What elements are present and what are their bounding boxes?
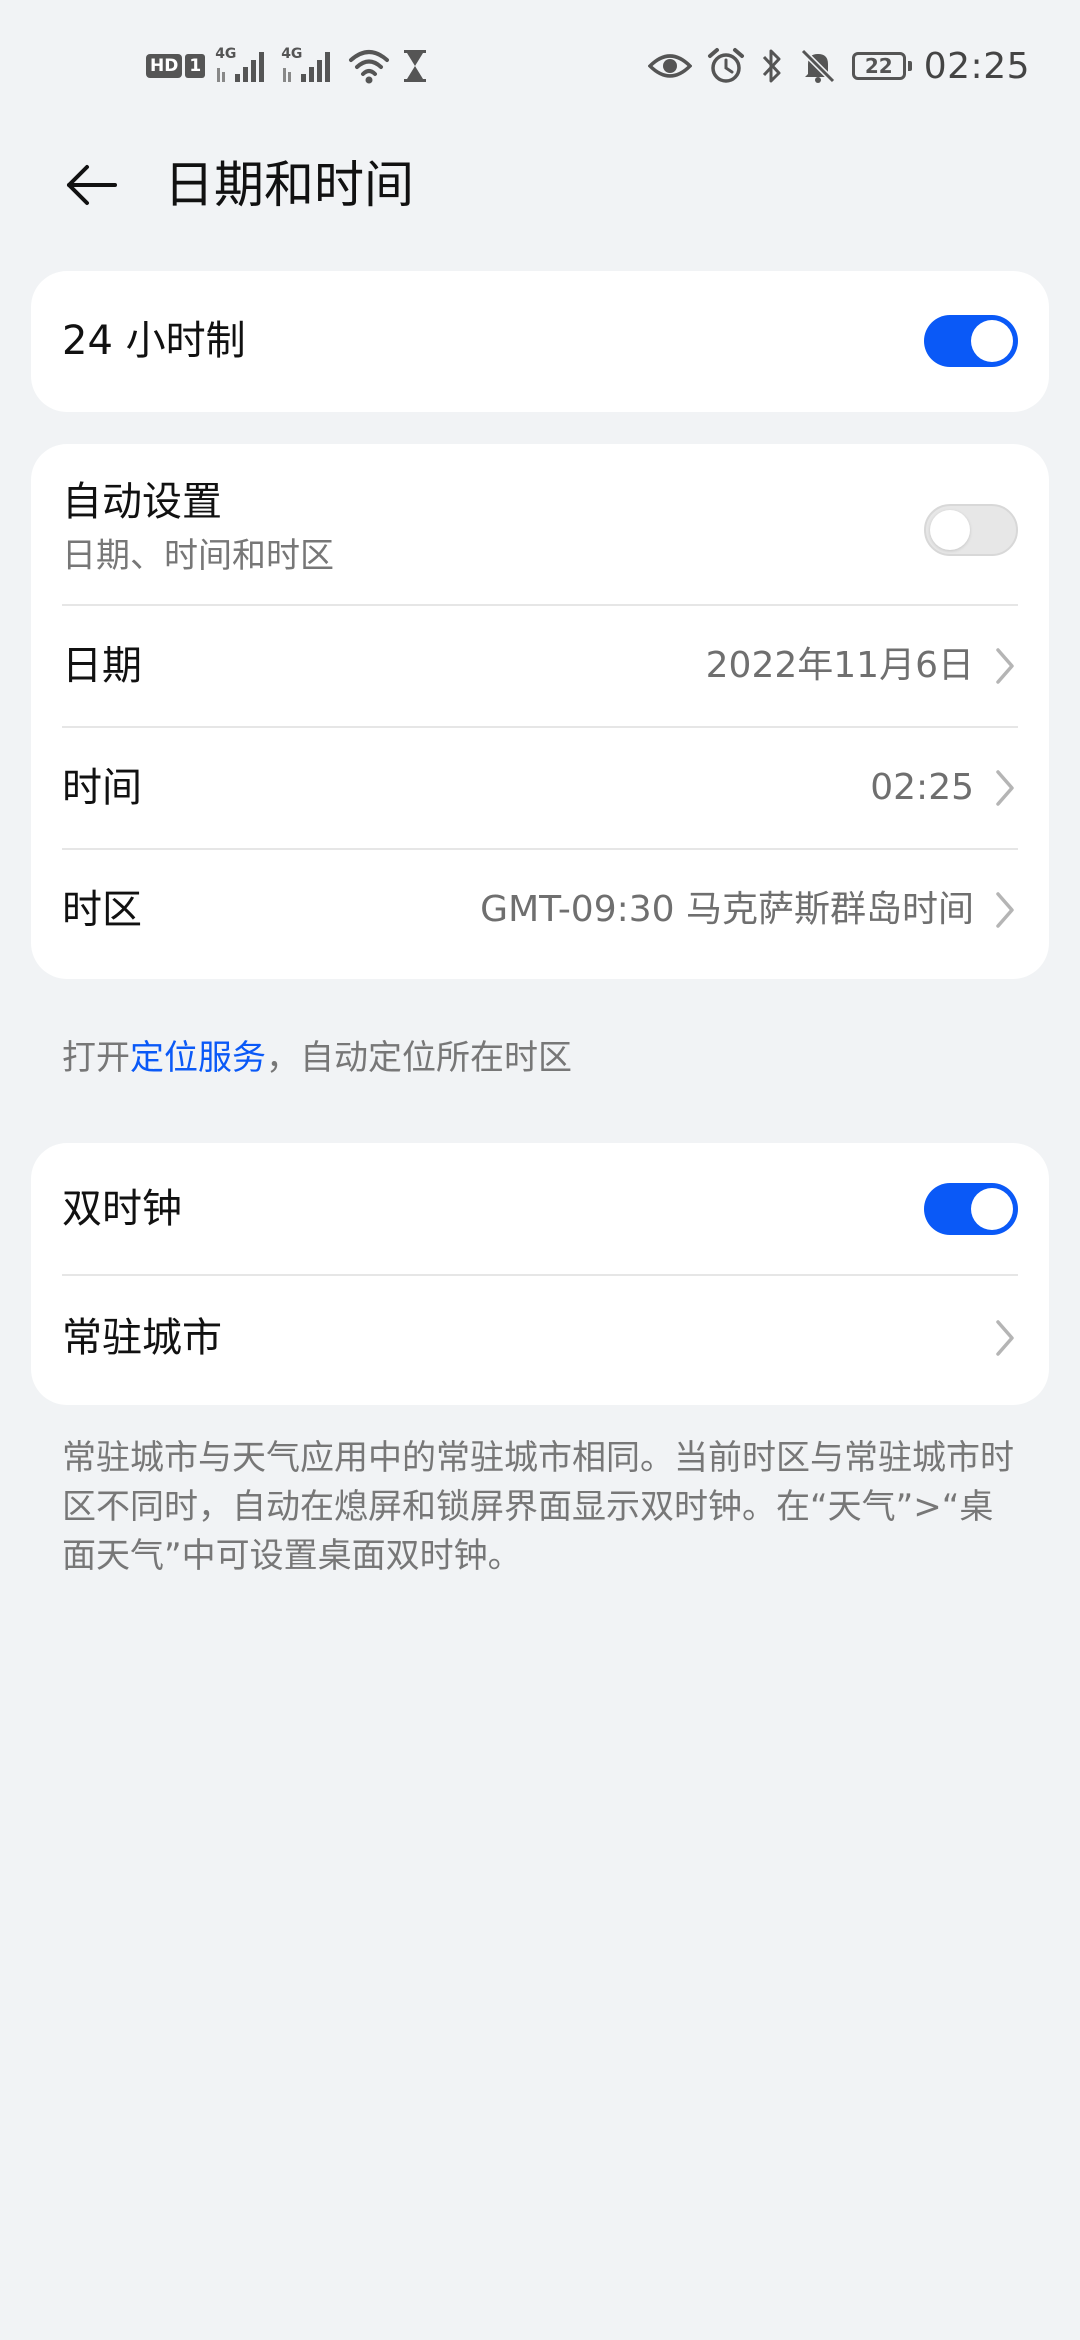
row-timezone[interactable]: 时区 GMT-09:30 马克萨斯群岛时间	[62, 850, 1018, 979]
row-24-hour[interactable]: 24 小时制	[62, 271, 1018, 412]
row-time-value: 02:25	[870, 767, 974, 808]
location-note-suffix: ，自动定位所在时区	[266, 1038, 572, 1078]
row-time[interactable]: 时间 02:25	[62, 728, 1018, 848]
toggle-24-hour-knob	[971, 320, 1013, 362]
status-bar: HD 1 4G 4G 22 02:25	[0, 0, 1080, 130]
row-auto-set-subtitle: 日期、时间和时区	[62, 536, 334, 576]
row-dual-clock-label: 双时钟	[62, 1186, 182, 1232]
location-service-note: 打开定位服务，自动定位所在时区	[62, 1034, 1022, 1083]
eye-comfort-icon	[647, 50, 692, 82]
row-24-hour-label: 24 小时制	[62, 318, 246, 364]
signal-strength-icon-1: 4G	[215, 46, 271, 86]
page-title: 日期和时间	[164, 156, 414, 214]
row-home-city-label: 常驻城市	[62, 1315, 222, 1361]
chevron-right-icon	[996, 1320, 1014, 1356]
battery-icon: 22	[851, 52, 912, 80]
row-date-label: 日期	[62, 643, 142, 689]
hourglass-icon	[401, 46, 429, 86]
row-timezone-value: GMT-09:30 马克萨斯群岛时间	[480, 889, 974, 930]
toggle-dual-clock-knob	[971, 1188, 1013, 1230]
card-24-hour: 24 小时制	[31, 271, 1049, 412]
dual-clock-note: 常驻城市与天气应用中的常驻城市相同。当前时区与常驻城市时区不同时，自动在熄屏和锁…	[62, 1438, 1014, 1576]
row-auto-set-label: 自动设置	[62, 479, 222, 525]
mute-bell-icon	[798, 46, 838, 86]
row-timezone-label: 时区	[62, 887, 142, 933]
chevron-right-icon	[996, 648, 1014, 684]
toggle-dual-clock[interactable]	[924, 1183, 1018, 1235]
card-dual-clock: 双时钟 常驻城市	[31, 1143, 1049, 1405]
bluetooth-icon	[760, 46, 784, 86]
location-service-link[interactable]: 定位服务	[130, 1038, 266, 1078]
wifi-icon	[347, 46, 391, 86]
signal-type-label-2: 4G	[281, 46, 303, 62]
back-arrow-icon	[67, 165, 117, 205]
back-button[interactable]	[56, 150, 126, 220]
row-date[interactable]: 日期 2022年11月6日	[62, 606, 1018, 726]
row-time-label: 时间	[62, 765, 142, 811]
signal-type-label-1: 4G	[215, 46, 237, 62]
hd-voice-icon: HD 1	[146, 54, 206, 78]
signal-strength-icon-2: 4G	[281, 46, 337, 86]
header: 日期和时间	[0, 130, 1080, 240]
status-bar-right: 22 02:25	[647, 44, 1030, 88]
location-note-prefix: 打开	[62, 1038, 130, 1078]
sim-label: 1	[185, 54, 206, 78]
toggle-24-hour[interactable]	[924, 315, 1018, 367]
card-date-time: 自动设置 日期、时间和时区 日期 2022年11月6日 时间 02:25 时区 …	[31, 444, 1049, 979]
row-date-value: 2022年11月6日	[705, 645, 974, 686]
status-clock: 02:25	[923, 45, 1030, 87]
row-home-city[interactable]: 常驻城市	[62, 1276, 1018, 1405]
toggle-auto-set-knob	[930, 510, 970, 550]
alarm-icon	[706, 46, 746, 86]
chevron-right-icon	[996, 770, 1014, 806]
chevron-right-icon	[996, 892, 1014, 928]
toggle-auto-set[interactable]	[924, 504, 1018, 556]
status-bar-left: HD 1 4G 4G	[146, 44, 429, 88]
hd-label: HD	[146, 54, 183, 78]
row-dual-clock[interactable]: 双时钟	[62, 1143, 1018, 1274]
row-auto-set[interactable]: 自动设置 日期、时间和时区	[62, 444, 1018, 604]
battery-level: 22	[864, 54, 893, 78]
